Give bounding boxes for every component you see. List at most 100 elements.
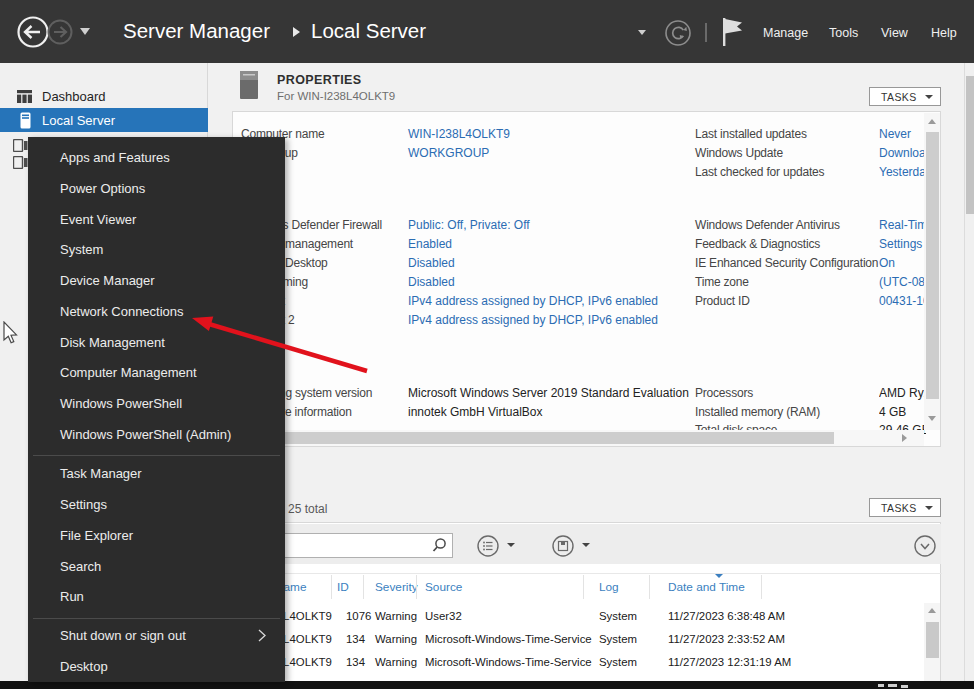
prop-value-link[interactable]: Public: Off, Private: Off [408, 218, 530, 232]
menu-item-disk-management[interactable]: Disk Management [60, 335, 165, 350]
breadcrumb-root[interactable]: Server Manager [123, 19, 270, 43]
prop-value-link[interactable]: IPv4 address assigned by DHCP, IPv6 enab… [408, 294, 658, 308]
prop-value-link[interactable]: WIN-I238L4OLKT9 [408, 127, 510, 141]
cell-log: System [599, 633, 637, 645]
collapse-section-icon[interactable] [914, 535, 936, 557]
notifications-flag-icon[interactable] [720, 16, 746, 48]
menu-item-settings[interactable]: Settings [60, 497, 107, 512]
menu-item-network-connections[interactable]: Network Connections [60, 304, 184, 319]
properties-vertical-scrollbar[interactable] [924, 113, 940, 430]
prop-label: Time zone [695, 275, 749, 289]
nav-dropdown-caret[interactable] [80, 28, 90, 35]
menu-item-event-viewer[interactable]: Event Viewer [60, 212, 136, 227]
prop-value-link[interactable]: WORKGROUP [408, 146, 489, 160]
menu-item-search[interactable]: Search [60, 559, 101, 574]
nav-arrows [14, 12, 124, 52]
menu-item-file-explorer[interactable]: File Explorer [60, 528, 133, 543]
sidebar-item-dashboard[interactable]: Dashboard [42, 89, 106, 104]
breadcrumb-separator-icon [293, 27, 300, 37]
scroll-thumb[interactable] [966, 76, 974, 214]
address-dropdown-caret[interactable] [638, 30, 646, 35]
col-header-date[interactable]: Date and Time [668, 580, 745, 594]
prop-value-link[interactable]: Real-Time [879, 218, 926, 232]
scroll-up-icon[interactable] [928, 119, 936, 124]
filter-icon[interactable] [477, 535, 499, 557]
breadcrumb-current[interactable]: Local Server [311, 19, 426, 43]
scroll-thumb[interactable] [234, 432, 834, 444]
cell-source: Microsoft-Windows-Time-Service [425, 656, 592, 668]
events-vertical-scrollbar[interactable] [924, 603, 940, 683]
all-servers-icon[interactable] [13, 139, 28, 152]
col-header-severity[interactable]: Severity [375, 580, 418, 594]
cell-severity: Warning [375, 656, 417, 668]
prop-value-link[interactable]: On [879, 256, 926, 270]
prop-value-link[interactable]: 00431-100 [879, 294, 926, 308]
server-manager-window: Server Manager Local Server Manage Tools… [0, 0, 974, 689]
save-dropdown-caret[interactable] [582, 543, 590, 547]
window-vertical-scrollbar[interactable] [964, 63, 974, 682]
events-tasks-button[interactable]: TASKS [869, 498, 941, 517]
prop-value-link[interactable]: Yesterday [879, 165, 926, 179]
col-header-source[interactable]: Source [425, 580, 462, 594]
forward-button[interactable] [49, 21, 72, 44]
prop-value-link[interactable]: Never [879, 127, 926, 141]
prop-value-link[interactable]: (UTC-08:00) [879, 275, 926, 289]
menu-item-apps-and-features[interactable]: Apps and Features [60, 150, 170, 165]
properties-tasks-button[interactable]: TASKS [869, 87, 941, 106]
search-icon[interactable] [431, 537, 448, 554]
menu-help[interactable]: Help [931, 26, 957, 40]
menu-item-system[interactable]: System [60, 242, 103, 257]
menu-item-run[interactable]: Run [60, 589, 84, 604]
menu-item-task-manager[interactable]: Task Manager [60, 466, 142, 481]
filter-dropdown-caret[interactable] [507, 543, 515, 547]
menu-item-windows-powershell[interactable]: Windows PowerShell [60, 396, 182, 411]
refresh-icon[interactable] [664, 19, 692, 47]
prop-label: Last checked for updates [695, 165, 824, 179]
cell-severity: Warning [375, 610, 417, 622]
prop-value-link[interactable]: Download [879, 146, 926, 160]
cell-source: User32 [425, 610, 462, 622]
prop-label: Product ID [695, 294, 750, 308]
properties-title: PROPERTIES [277, 73, 362, 87]
col-header-log[interactable]: Log [599, 580, 619, 594]
menu-item-windows-powershell-admin[interactable]: Windows PowerShell (Admin) [60, 427, 231, 442]
menu-item-desktop[interactable]: Desktop [60, 659, 108, 674]
cell-date: 11/27/2023 2:33:52 AM [668, 633, 785, 645]
properties-horizontal-scrollbar[interactable] [234, 430, 924, 446]
prop-value: 4 GB [879, 405, 926, 419]
menu-view[interactable]: View [881, 26, 908, 40]
sidebar-item-local-server[interactable]: Local Server [0, 108, 208, 132]
menu-item-computer-management[interactable]: Computer Management [60, 365, 197, 380]
local-server-icon [20, 112, 31, 129]
menu-item-power-options[interactable]: Power Options [60, 181, 145, 196]
events-total: 25 total [288, 502, 327, 516]
cell-log: System [599, 610, 637, 622]
properties-panel: Computer name WIN-I238L4OLKT9 Workgroup … [232, 111, 941, 447]
prop-label: Processors [695, 386, 753, 400]
menu-item-shutdown[interactable]: Shut down or sign out [60, 628, 186, 643]
tasks-label: TASKS [881, 502, 917, 514]
cell-severity: Warning [375, 633, 417, 645]
scroll-thumb[interactable] [926, 132, 939, 399]
menu-tools[interactable]: Tools [829, 26, 858, 40]
prop-label: Last installed updates [695, 127, 807, 141]
title-bar: Server Manager Local Server Manage Tools… [0, 0, 974, 63]
menu-manage[interactable]: Manage [763, 26, 808, 40]
prop-value-link[interactable]: Disabled [408, 256, 455, 270]
scroll-down-icon[interactable] [928, 416, 936, 421]
scroll-right-icon[interactable] [902, 434, 907, 442]
save-query-icon[interactable] [552, 535, 574, 557]
menu-item-device-manager[interactable]: Device Manager [60, 273, 155, 288]
back-button[interactable] [19, 18, 48, 47]
scroll-up-icon[interactable] [928, 608, 936, 613]
prop-value-link[interactable]: Enabled [408, 237, 452, 251]
prop-value-link[interactable]: Disabled [408, 275, 455, 289]
column-separator [761, 575, 762, 599]
prop-value-link[interactable]: Settings [879, 237, 926, 251]
file-storage-services-icon[interactable] [13, 156, 28, 169]
properties-subtitle: For WIN-I238L4OLKT9 [277, 90, 395, 102]
col-header-id[interactable]: ID [337, 580, 349, 594]
cell-source: Microsoft-Windows-Time-Service [425, 633, 592, 645]
prop-value-link[interactable]: IPv4 address assigned by DHCP, IPv6 enab… [408, 313, 658, 327]
scroll-thumb[interactable] [926, 622, 939, 658]
